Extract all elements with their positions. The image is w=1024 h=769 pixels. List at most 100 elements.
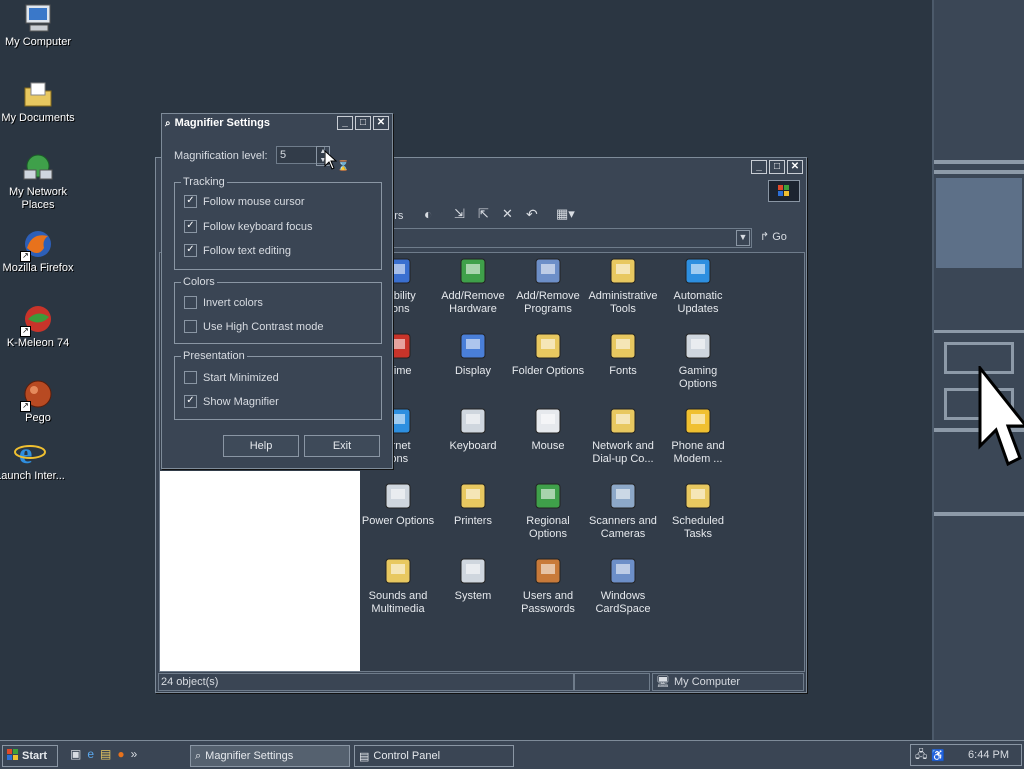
shortcut-arrow-icon: ↗ (20, 326, 31, 337)
cp-item-display[interactable]: Display (433, 330, 513, 378)
desktop-icon-label: My Computer (4, 36, 72, 48)
cardspace-icon (607, 555, 639, 587)
cp-item-cardspace[interactable]: Windows CardSpace (583, 555, 663, 616)
explorer-quicklaunch-icon[interactable]: ▤ (100, 747, 111, 761)
task-control-panel[interactable]: ▤ Control Panel (354, 745, 514, 767)
clock[interactable]: 6:44 PM (968, 749, 1009, 761)
move-to-icon[interactable]: ⇲ (454, 206, 465, 222)
kmeleon-icon: ↗ (20, 303, 54, 337)
follow-mouse-checkbox[interactable]: ✓ Follow mouse cursor (184, 195, 304, 208)
cp-item-label-line1: Keyboard (449, 440, 497, 452)
cp-item-fonts[interactable]: Fonts (583, 330, 663, 378)
close-button[interactable]: ✕ (787, 160, 803, 174)
delete-icon[interactable]: ✕ (502, 206, 513, 222)
cp-item-label-line2: Cameras (600, 528, 646, 540)
windows-logo-icon (768, 180, 800, 202)
go-button[interactable]: ↱ Go (760, 230, 787, 244)
firefox-quicklaunch-icon[interactable]: ● (117, 747, 124, 761)
cp-item-system[interactable]: System (433, 555, 513, 603)
checkbox-box: ✓ (184, 244, 197, 257)
cp-item-scheduled[interactable]: Scheduled Tasks (658, 480, 738, 541)
minimize-button[interactable]: _ (337, 116, 353, 130)
firefox-icon: ↗ (20, 228, 54, 262)
checkbox-box (184, 371, 197, 384)
cp-item-hardware[interactable]: Add/Remove Hardware (433, 255, 513, 316)
network-tray-icon[interactable]: 🖧 (915, 746, 927, 765)
copy-to-icon[interactable]: ⇱ (478, 206, 489, 222)
cp-item-label-line2: Multimedia (371, 603, 425, 615)
follow-text-editing-checkbox[interactable]: ✓ Follow text editing (184, 244, 291, 257)
magnification-level-label: Magnification level: (174, 150, 268, 162)
mouse-icon (532, 405, 564, 437)
views-icon[interactable]: ▦▾ (556, 206, 575, 222)
follow-keyboard-checkbox[interactable]: ✓ Follow keyboard focus (184, 220, 312, 233)
status-middle (574, 673, 650, 691)
magnifier-titlebar[interactable]: ⌕ Magnifier Settings _ □ ✕ (162, 114, 392, 132)
cp-item-admin-tools[interactable]: Administrative Tools (583, 255, 663, 316)
programs-icon (532, 255, 564, 287)
checkbox-label: Follow mouse cursor (203, 195, 305, 208)
desktop-icon-my-network-places[interactable]: My Network Places (0, 152, 76, 212)
desktop-icon-my-documents[interactable]: My Documents (0, 78, 76, 125)
desktop-icon-kmeleon[interactable]: ↗ K-Meleon 74 (0, 303, 76, 350)
shortcut-arrow-icon: ↗ (20, 401, 31, 412)
desktop-icon-launch-ie[interactable]: e Launch Inter... (0, 436, 68, 483)
desktop-icon-label: My Network Places (8, 186, 68, 211)
tracking-legend: Tracking (183, 176, 225, 188)
cp-item-gaming[interactable]: Gaming Options (658, 330, 738, 391)
address-bar[interactable] (392, 228, 752, 248)
accessibility-tray-icon[interactable]: ♿ (931, 749, 945, 762)
cp-item-programs[interactable]: Add/Remove Programs (508, 255, 588, 316)
desktop-icon-my-computer[interactable]: My Computer (0, 2, 76, 49)
cp-item-power[interactable]: Power Options (358, 480, 438, 528)
cp-item-regional[interactable]: Regional Options (508, 480, 588, 541)
scanner-icon (607, 480, 639, 512)
cp-item-scanner[interactable]: Scanners and Cameras (583, 480, 663, 541)
help-button[interactable]: Help (223, 435, 299, 457)
system-tray: 🖧 ♿ 6:44 PM (910, 744, 1022, 766)
keyboard-icon (457, 405, 489, 437)
cp-item-folder-options[interactable]: Folder Options (508, 330, 588, 378)
cp-item-label-line2: Updates (677, 303, 719, 315)
task-magnifier-settings[interactable]: ⌕ Magnifier Settings (190, 745, 350, 767)
cp-item-phone[interactable]: Phone and Modem ... (658, 405, 738, 466)
history-icon[interactable]: ◐ (424, 206, 432, 222)
address-dropdown-button[interactable]: ▼ (736, 230, 750, 246)
invert-colors-checkbox[interactable]: Invert colors (184, 296, 263, 309)
control-panel-task-icon: ▤ (359, 750, 370, 763)
high-contrast-checkbox[interactable]: Use High Contrast mode (184, 320, 323, 333)
more-quicklaunch-icon[interactable]: » (131, 747, 138, 761)
maximize-button[interactable]: □ (769, 160, 785, 174)
show-magnifier-checkbox[interactable]: ✓ Show Magnifier (184, 395, 279, 408)
cp-item-keyboard[interactable]: Keyboard (433, 405, 513, 453)
start-minimized-checkbox[interactable]: Start Minimized (184, 371, 279, 384)
show-desktop-icon[interactable]: ▣ (70, 747, 81, 761)
cp-item-updates[interactable]: Automatic Updates (658, 255, 738, 316)
close-button[interactable]: ✕ (373, 116, 389, 130)
start-button[interactable]: Start (2, 745, 58, 767)
cp-item-sound[interactable]: Sounds and Multimedia (358, 555, 438, 616)
cp-item-label-line1: Printers (454, 515, 492, 527)
minimize-button[interactable]: _ (751, 160, 767, 174)
cp-item-label-line2: Modem ... (673, 453, 723, 465)
desktop-icon-firefox[interactable]: ↗ Mozilla Firefox (0, 228, 76, 275)
computer-icon (22, 2, 54, 34)
desktop-icon-pego[interactable]: ↗ Pego (0, 378, 76, 425)
undo-icon[interactable]: ↶ (526, 206, 538, 223)
pego-icon: ↗ (20, 378, 54, 412)
cp-item-label-line1: Administrative (588, 290, 658, 302)
cp-item-printers[interactable]: Printers (433, 480, 513, 528)
cp-item-mouse[interactable]: Mouse (508, 405, 588, 453)
exit-button[interactable]: Exit (304, 435, 380, 457)
cp-item-label-line1: Automatic (673, 290, 723, 302)
cp-item-users[interactable]: Users and Passwords (508, 555, 588, 616)
maximize-button[interactable]: □ (355, 116, 371, 130)
cp-item-label-line1: System (454, 590, 492, 602)
magnifier-task-icon: ⌕ (195, 749, 202, 762)
magnification-level-value: 5 (280, 149, 287, 161)
go-label: Go (772, 230, 787, 243)
desktop-icon-label: Launch Inter... (0, 470, 65, 482)
cp-item-label-line2: CardSpace (595, 603, 651, 615)
ie-quicklaunch-icon[interactable]: e (87, 747, 94, 761)
cp-item-network-dialup[interactable]: Network and Dial-up Co... (583, 405, 663, 466)
